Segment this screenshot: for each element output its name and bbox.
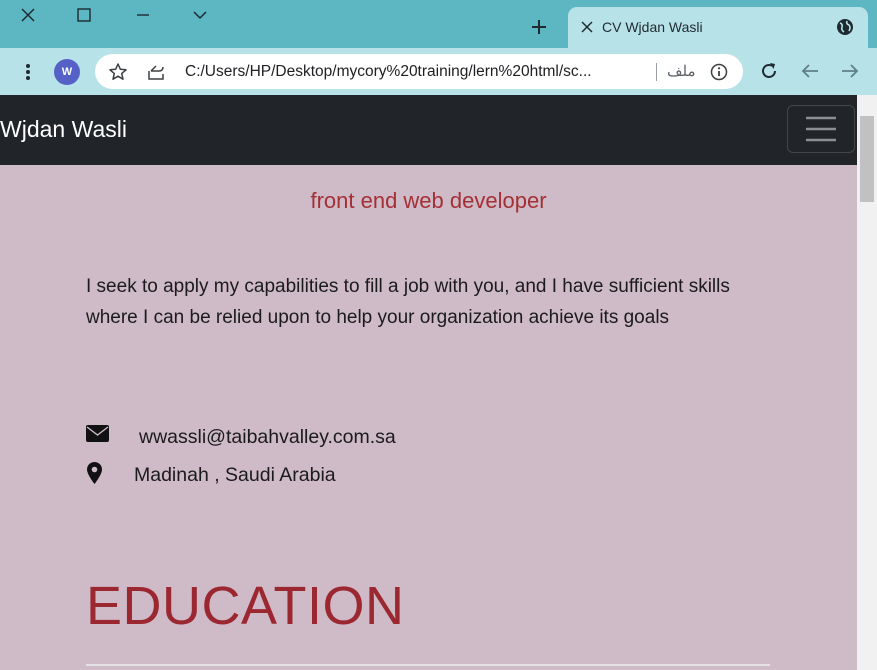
reload-button[interactable] [757,59,781,83]
tab-search-button[interactable] [172,0,228,30]
info-icon [710,63,728,81]
back-button[interactable] [798,59,822,83]
forward-arrow-icon [842,64,859,78]
menu-dots-icon [26,64,30,80]
browser-menu-button[interactable] [16,60,40,84]
close-icon [581,21,593,33]
star-icon [109,63,127,80]
minimize-window-button[interactable] [115,0,171,30]
reload-icon [762,63,776,78]
share-icon [148,65,164,80]
plus-icon [532,20,546,34]
minimize-icon [137,14,149,16]
close-icon [21,8,35,22]
navbar-toggler-button[interactable] [787,105,855,153]
globe-icon [837,19,853,35]
bookmark-button[interactable] [107,61,129,83]
tab-cv-wjdan-wasli[interactable]: CV Wjdan Wasli [568,7,868,48]
new-tab-button[interactable] [528,16,550,38]
address-bar[interactable]: C:/Users/HP/Desktop/mycory%20training/le… [95,54,743,89]
back-arrow-icon [801,64,818,78]
map-pin-icon [87,462,102,484]
education-heading: EDUCATION [86,576,405,636]
contact-location: Madinah , Saudi Arabia [134,464,336,486]
site-navbar: Wjdan Wasli [0,95,857,165]
hamburger-icon [806,116,836,142]
browser-toolbar: W C:/Users/HP/Desktop/mycory%20training/… [0,48,877,95]
file-scheme-label: ملف [667,63,696,80]
window-titlebar: CV Wjdan Wasli [0,0,877,48]
tab-close-button[interactable] [578,18,596,36]
tab-title: CV Wjdan Wasli [602,19,703,35]
profile-summary: I seek to apply my capabilities to fill … [86,276,730,328]
share-button[interactable] [145,61,167,83]
envelope-icon [86,425,109,442]
job-title: front end web developer [310,188,547,213]
maximize-window-button[interactable] [56,0,112,30]
forward-button[interactable] [838,59,862,83]
profile-avatar[interactable]: W [54,59,80,85]
page-scrollbar[interactable] [857,95,877,670]
url-text[interactable]: C:/Users/HP/Desktop/mycory%20training/le… [185,63,647,81]
site-info-button[interactable] [708,62,730,82]
chevron-down-icon [193,11,207,20]
contact-email[interactable]: wwassli@taibahvalley.com.sa [139,426,396,449]
close-window-button[interactable] [0,0,56,30]
section-divider [86,664,770,666]
scrollbar-thumb[interactable] [860,116,874,202]
maximize-icon [77,8,91,22]
navbar-brand[interactable]: Wjdan Wasli [0,116,127,143]
url-separator [656,63,657,81]
page-content: front end web developer I seek to apply … [0,165,857,670]
